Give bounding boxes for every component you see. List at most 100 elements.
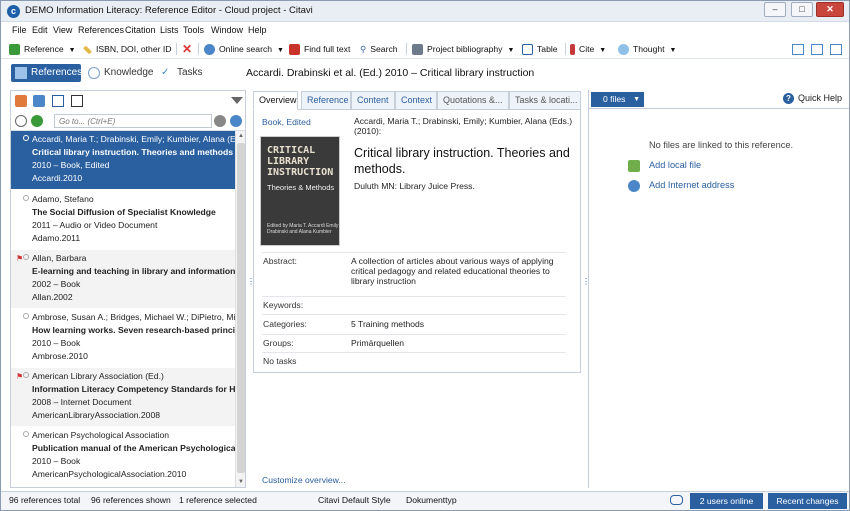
citavi-icon: c <box>7 5 20 18</box>
menu-tools[interactable]: Tools <box>183 25 204 35</box>
menu-view[interactable]: View <box>53 25 72 35</box>
pdf-icon <box>289 44 300 56</box>
recent-changes-button[interactable]: Recent changes <box>768 493 847 509</box>
status-citation-style[interactable]: Citavi Default Style <box>318 495 391 505</box>
lightbulb-icon <box>618 44 629 56</box>
status-document-type[interactable]: Dokumenttyp <box>406 495 457 505</box>
menu-references[interactable]: References <box>78 25 124 35</box>
quick-search-input[interactable] <box>54 114 212 128</box>
menu-bar: File Edit View References Citation Lists… <box>1 22 849 39</box>
search-icon: ⚲ <box>360 44 367 54</box>
quick-help-button[interactable]: ? Quick Help <box>782 93 842 105</box>
citavi-window: c DEMO Information Literacy: Reference E… <box>0 0 850 511</box>
editor-tabs: Overview Reference Content Context Quota… <box>253 90 581 110</box>
settings-icon[interactable] <box>15 115 27 127</box>
scroll-down-icon[interactable]: ▼ <box>236 477 246 487</box>
reference-list-scrollbar[interactable]: ▲ ▼ <box>235 131 245 487</box>
categories-value[interactable]: 5 Training methods <box>351 319 561 329</box>
new-reference-icon[interactable] <box>15 95 27 107</box>
status-total: 96 references total <box>9 495 81 505</box>
cite-icon <box>570 44 575 56</box>
files-dropdown[interactable]: 0 files ▼ <box>591 92 644 107</box>
chat-icon[interactable] <box>670 495 683 505</box>
expand-icon[interactable] <box>71 95 83 107</box>
reference-item[interactable]: American Psychological Association Publi… <box>11 427 235 486</box>
close-button[interactable]: ✕ <box>816 2 844 17</box>
add-local-file-link[interactable]: Add local file <box>628 160 701 172</box>
clear-search-icon[interactable] <box>214 115 226 127</box>
tasks-icon: ✓ <box>161 67 170 78</box>
reference-type-link[interactable]: Book, Edited <box>262 117 311 127</box>
reference-item[interactable]: Ambrose, Susan A.; Bridges, Michael W.; … <box>11 309 235 368</box>
maximize-button[interactable]: □ <box>791 2 813 17</box>
references-icon <box>15 67 27 79</box>
thought-button[interactable]: Thought ▼ <box>618 42 676 56</box>
quick-search-row <box>11 111 245 131</box>
citation-publisher: Duluth MN: Library Juice Press. <box>354 181 475 191</box>
reference-item[interactable]: Adamo, Stefano The Social Diffusion of S… <box>11 191 235 250</box>
layout-two-icon[interactable] <box>811 44 823 55</box>
customize-overview-link[interactable]: Customize overview... <box>262 475 346 485</box>
list-toolbar <box>11 91 245 111</box>
find-full-text-button[interactable]: Find full text <box>289 42 350 56</box>
knowledge-icon <box>88 67 100 79</box>
main-toolbar: Reference ▼ ISBN, DOI, other ID ✕ Online … <box>1 39 849 59</box>
menu-citation[interactable]: Citation <box>125 25 156 35</box>
groups-value[interactable]: Primärquellen <box>351 338 561 348</box>
reference-item[interactable]: Accardi, Maria T.; Drabinski, Emily; Kum… <box>11 131 235 190</box>
reference-heading: Accardi. Drabinski et al. (Ed.) 2010 – C… <box>246 67 535 79</box>
filter-icon[interactable] <box>231 97 243 104</box>
layout-one-icon[interactable] <box>792 44 804 55</box>
delete-button[interactable]: ✕ <box>182 42 192 56</box>
layout-three-icon[interactable] <box>830 44 842 55</box>
tab-reference[interactable]: Reference <box>301 91 351 110</box>
nav-tasks[interactable]: ✓ Tasks <box>157 64 207 82</box>
add-reference-icon <box>9 44 20 56</box>
right-splitter-handle[interactable]: ⋮ <box>582 278 590 291</box>
status-bar: 96 references total 96 references shown … <box>1 491 849 510</box>
categories-label: Categories: <box>263 319 307 329</box>
citation-title: Critical library instruction. Theories a… <box>354 146 570 176</box>
delete-icon: ✕ <box>182 42 193 56</box>
bibliography-icon <box>412 44 423 56</box>
table-button[interactable]: Table <box>522 42 558 56</box>
cite-button[interactable]: Cite ▼ <box>570 42 606 56</box>
globe-icon <box>204 44 215 56</box>
tab-context[interactable]: Context <box>395 91 437 110</box>
tab-content[interactable]: Content <box>351 91 395 110</box>
tasks-value: No tasks <box>263 356 297 366</box>
reference-button[interactable]: Reference ▼ <box>9 42 76 56</box>
attachments-header: 0 files ▼ ? Quick Help <box>589 90 849 109</box>
group-icon[interactable] <box>52 95 64 107</box>
window-title: DEMO Information Literacy: Reference Edi… <box>25 5 313 16</box>
tab-quotations[interactable]: Quotations &... <box>437 91 509 110</box>
menu-file[interactable]: File <box>12 25 27 35</box>
menu-lists[interactable]: Lists <box>160 25 179 35</box>
abstract-label: Abstract: <box>263 256 297 266</box>
users-online-button[interactable]: 2 users online <box>690 493 763 509</box>
left-splitter-handle[interactable]: ⋮ <box>247 278 255 291</box>
isbn-button[interactable]: ISBN, DOI, other ID <box>82 42 171 56</box>
menu-window[interactable]: Window <box>211 25 243 35</box>
minimize-button[interactable]: – <box>764 2 786 17</box>
nav-references[interactable]: References <box>11 64 82 82</box>
search-button[interactable]: ⚲ Search <box>360 42 398 56</box>
online-search-button[interactable]: Online search ▼ <box>204 42 284 56</box>
status-selected: 1 reference selected <box>179 495 257 505</box>
add-internet-address-link[interactable]: Add Internet address <box>628 180 734 192</box>
menu-edit[interactable]: Edit <box>32 25 48 35</box>
nav-knowledge[interactable]: Knowledge <box>84 64 156 82</box>
scroll-thumb[interactable] <box>237 143 245 473</box>
tab-overview[interactable]: Overview <box>253 91 298 110</box>
history-icon[interactable] <box>31 115 43 127</box>
reference-item[interactable]: ⚑ American Library Association (Ed.) Inf… <box>11 368 235 427</box>
tab-tasks-locations[interactable]: Tasks & locati... <box>509 91 581 110</box>
sort-icon[interactable] <box>33 95 45 107</box>
reference-item[interactable]: ⚑ Allan, Barbara E-learning and teaching… <box>11 250 235 309</box>
project-bibliography-button[interactable]: Project bibliography ▼ <box>412 42 514 56</box>
abstract-value[interactable]: A collection of articles about various w… <box>351 256 561 286</box>
scroll-up-icon[interactable]: ▲ <box>236 131 246 141</box>
menu-help[interactable]: Help <box>248 25 267 35</box>
book-cover-image: CRITICAL LIBRARY INSTRUCTION Theories & … <box>260 136 340 246</box>
next-result-icon[interactable] <box>230 115 242 127</box>
